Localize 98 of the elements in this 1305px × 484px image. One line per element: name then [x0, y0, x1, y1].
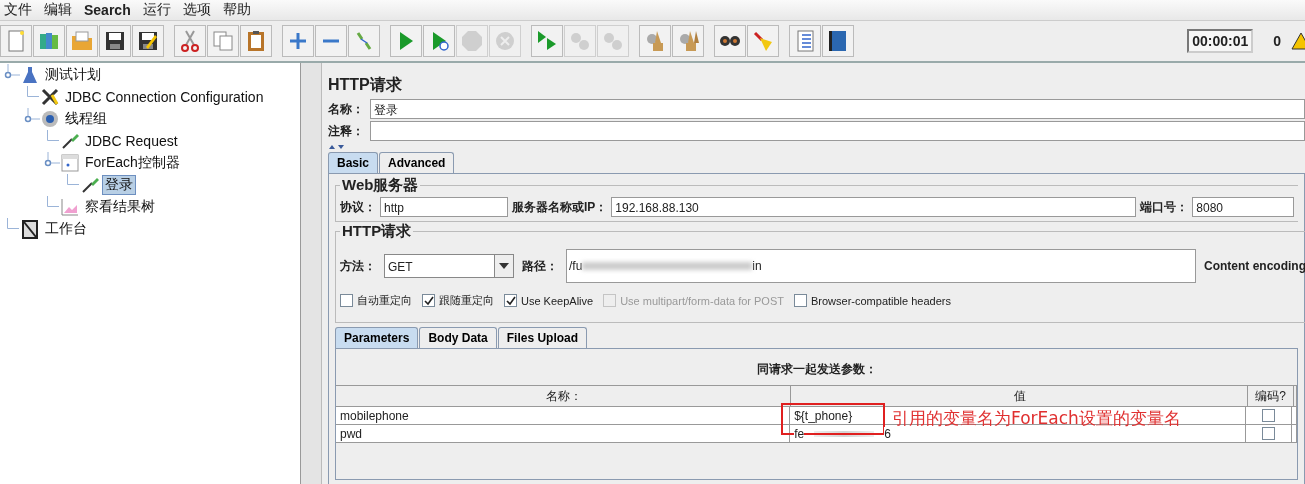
tree-line [67, 174, 79, 185]
field-label: 端口号： [1140, 198, 1189, 216]
option-checkbox[interactable]: Use KeepAlive [504, 293, 594, 308]
start-no-timers-button[interactable] [423, 25, 455, 57]
folder-icon [70, 29, 94, 53]
name-field[interactable]: 登录 [370, 99, 1305, 119]
search-icon [719, 35, 741, 47]
tree-node[interactable]: JDBC Connection Configuration [62, 88, 267, 106]
port-field[interactable]: 8080 [1192, 197, 1294, 217]
menu-item[interactable]: 编辑 [44, 1, 72, 19]
checkmark-icon [505, 295, 516, 306]
field-label: Content encoding [1204, 259, 1305, 273]
search-button[interactable] [714, 25, 746, 57]
tree-line [47, 196, 59, 207]
tab[interactable]: Parameters [335, 327, 419, 348]
warning-icon[interactable] [1291, 32, 1305, 50]
cut-button[interactable] [174, 25, 206, 57]
menu-item[interactable]: Search [84, 2, 131, 18]
checkmark-icon [423, 295, 434, 306]
field-label: 服务器名称或IP： [512, 198, 608, 216]
stop-icon [460, 29, 484, 53]
broom-icon [751, 29, 775, 53]
tree-node[interactable]: 线程组 [62, 109, 110, 129]
column-header: 值 [791, 386, 1248, 406]
tab[interactable]: Files Upload [497, 327, 588, 348]
table-cell: mobilephone [336, 407, 791, 424]
save-button[interactable] [99, 25, 131, 57]
annotation-text: 引用的变量名为ForEach设置的变量名 [892, 407, 1181, 430]
field-label: 方法： [340, 257, 376, 275]
option-checkbox[interactable]: Browser-compatible headers [794, 293, 951, 308]
server-field[interactable]: 192.168.88.130 [611, 197, 1137, 217]
protocol-field[interactable]: http [380, 197, 508, 217]
clear-all-button[interactable] [672, 25, 704, 57]
table-caption: 同请求一起发送参数： [755, 361, 878, 378]
menu-item[interactable]: 帮助 [222, 1, 251, 19]
option-checkbox[interactable]: 自动重定向 [340, 293, 412, 308]
menu-item[interactable]: 运行 [142, 1, 171, 19]
expand-button[interactable] [282, 25, 314, 57]
tree-line [7, 218, 19, 229]
tree-node[interactable]: JDBC Request [82, 132, 181, 150]
table-cell: pwd [336, 425, 791, 442]
field-label: 注释： [328, 122, 365, 140]
floppy-pencil-icon [136, 29, 160, 53]
field-label: 名称： [328, 100, 365, 118]
toggle-button[interactable] [348, 25, 380, 57]
save-as-button[interactable] [132, 25, 164, 57]
plan-icon [20, 65, 40, 85]
menu-item[interactable]: 文件 [4, 1, 32, 19]
warning-count: 0 [1273, 33, 1281, 49]
minus-icon [322, 38, 340, 44]
table-cell-text: fe [794, 426, 805, 441]
workbench-icon [20, 219, 40, 239]
table-cell-text: 6 [884, 426, 891, 441]
encode-checkbox[interactable] [1262, 409, 1276, 422]
tree-line [27, 86, 39, 97]
close-icon [493, 29, 517, 53]
controller-icon [60, 153, 80, 173]
column-header: 编码? [1248, 386, 1294, 406]
field-label: 协议： [340, 198, 376, 216]
tree-node[interactable]: 登录 [102, 175, 136, 195]
new-button[interactable] [0, 25, 32, 57]
panel-title: HTTP请求 [328, 75, 403, 95]
collapse-button[interactable] [315, 25, 347, 57]
start-button[interactable] [390, 25, 422, 57]
copy-icon [211, 29, 235, 53]
sampler-icon [80, 175, 100, 195]
column-header: 名称： [336, 386, 791, 406]
tree-node[interactable]: 工作台 [42, 219, 90, 239]
elapsed-time: 00:00:01 [1187, 29, 1254, 53]
menu-item[interactable]: 选项 [182, 1, 211, 19]
paste-button[interactable] [240, 25, 272, 57]
help-button[interactable] [822, 25, 854, 57]
threads-icon [40, 109, 60, 129]
splitter-bar[interactable] [300, 63, 322, 484]
clear-button[interactable] [639, 25, 671, 57]
tree-node[interactable]: ForEach控制器 [82, 153, 183, 173]
scissors-icon [178, 29, 202, 53]
config-icon [40, 87, 60, 107]
tree-line [47, 130, 59, 141]
listener-icon [60, 197, 80, 217]
tab[interactable]: Advanced [379, 152, 455, 173]
path-field[interactable]: /fu in [566, 249, 1196, 283]
section-title: HTTP请求 [341, 222, 413, 241]
caret-icon [499, 263, 509, 269]
option-checkbox[interactable]: 跟随重定向 [422, 293, 494, 308]
tree-node[interactable]: 测试计划 [42, 65, 104, 85]
method-dropdown[interactable]: GET [384, 254, 514, 278]
tab[interactable]: Body Data [419, 327, 497, 348]
tab[interactable]: Basic [328, 152, 379, 173]
field-label: 路径： [522, 257, 558, 275]
sampler-icon [60, 131, 80, 151]
tree-node[interactable]: 察看结果树 [82, 197, 158, 217]
table-cell-text: ${t_phone} [794, 408, 853, 423]
encode-checkbox[interactable] [1262, 427, 1276, 440]
comment-field[interactable] [370, 121, 1305, 141]
templates-button[interactable] [33, 25, 65, 57]
section-title: Web服务器 [341, 176, 420, 195]
remote-start-button[interactable] [531, 25, 563, 57]
